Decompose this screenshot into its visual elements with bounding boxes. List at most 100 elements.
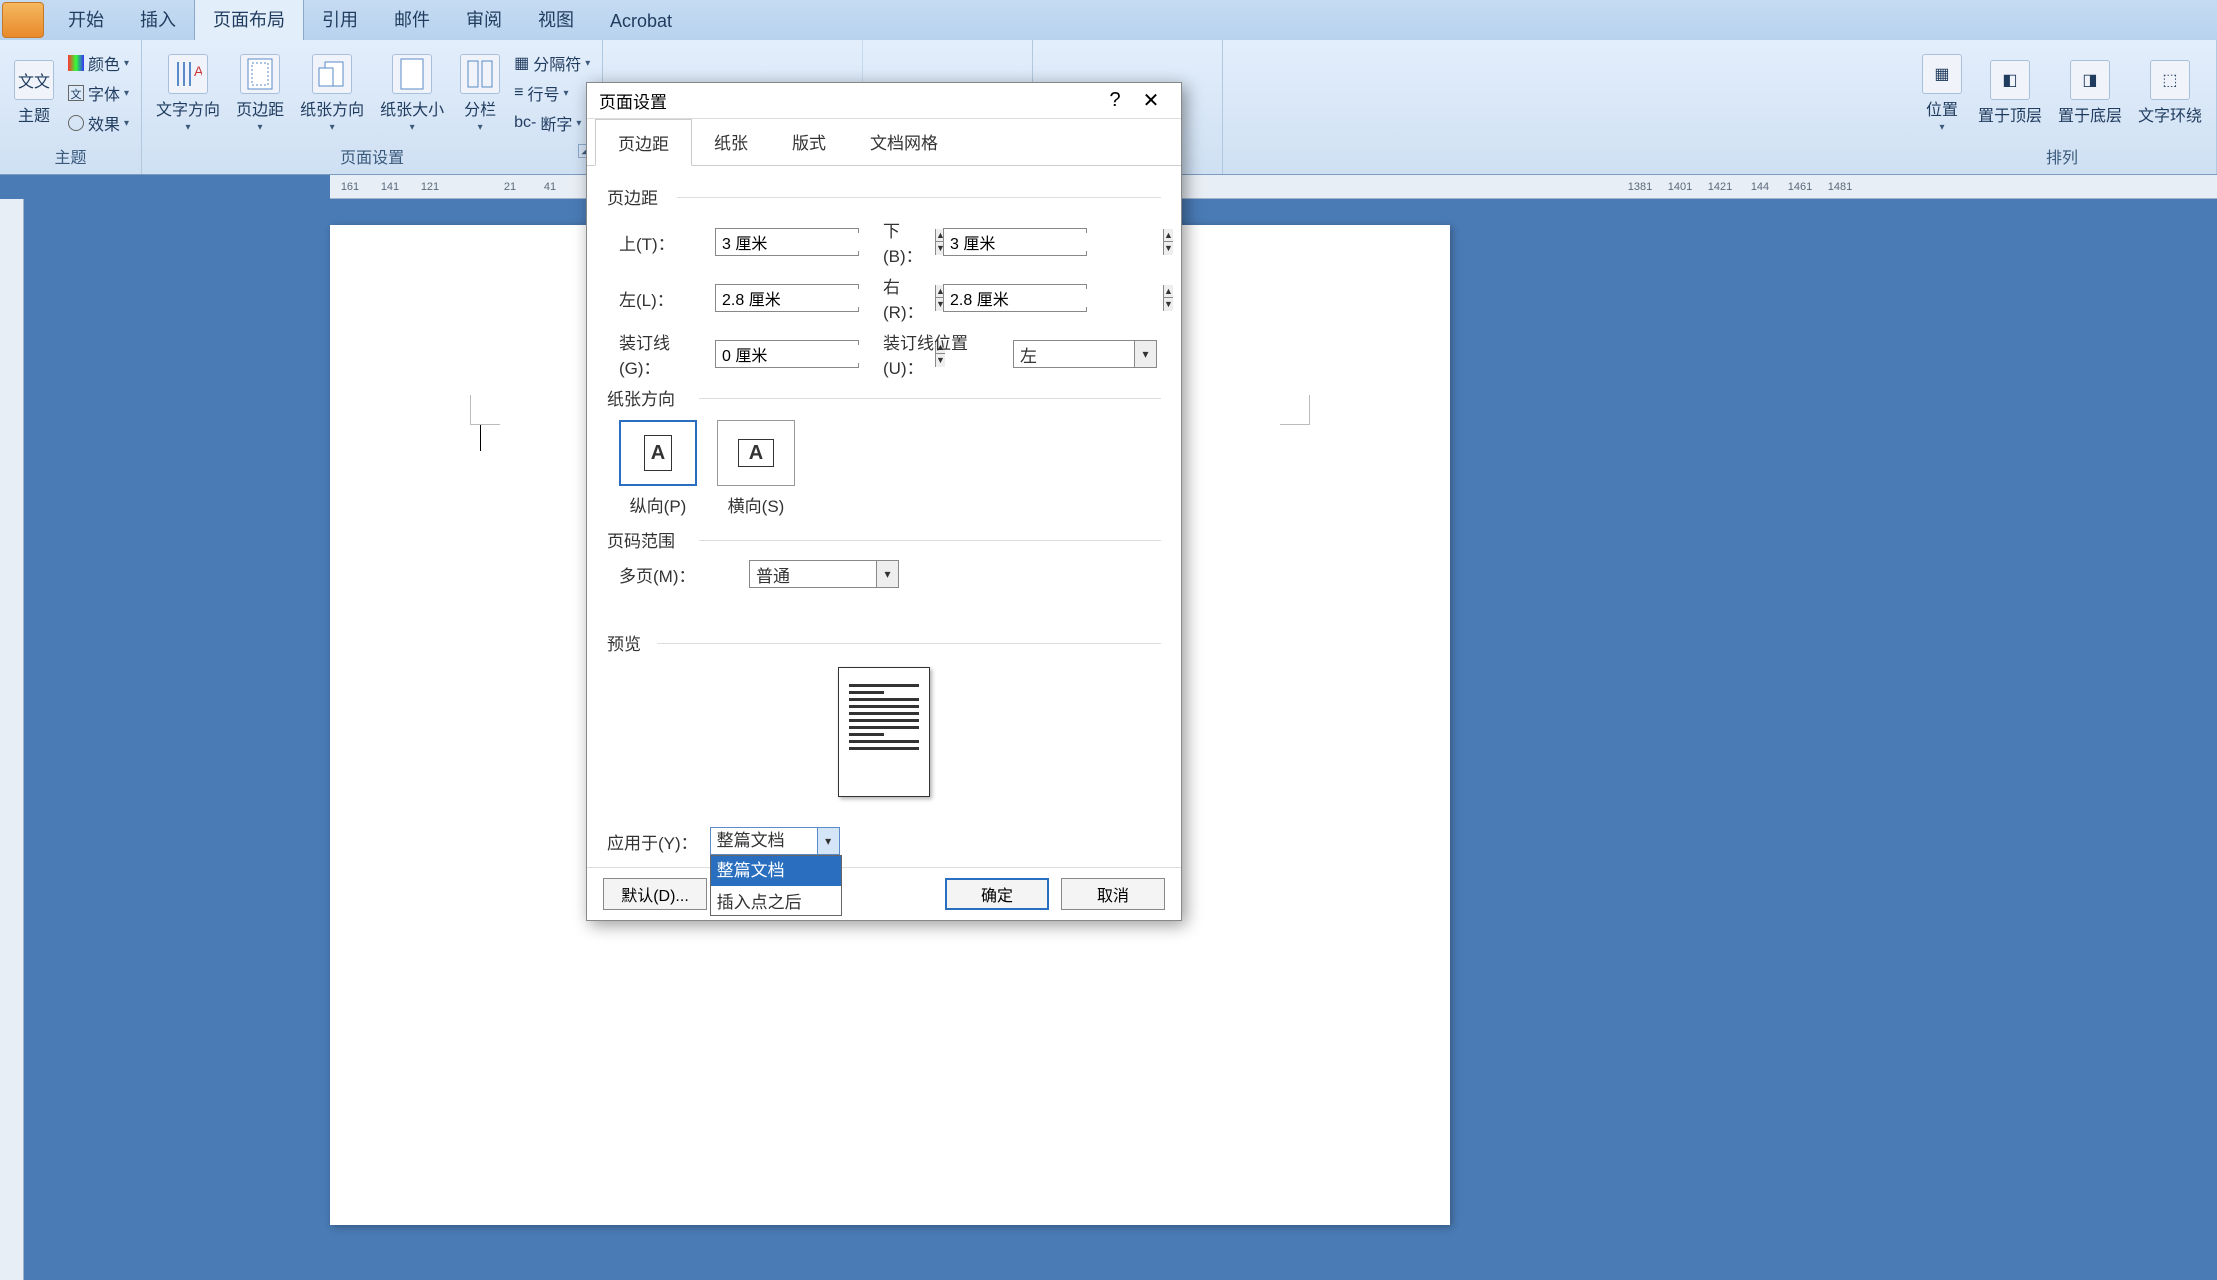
bring-front-button[interactable]: ◧置于顶层 bbox=[1972, 56, 2048, 130]
dtab-paper[interactable]: 纸张 bbox=[692, 119, 770, 165]
portrait-button[interactable]: A 纵向(P) bbox=[619, 420, 697, 517]
themes-button[interactable]: 文文 主题 bbox=[8, 56, 60, 130]
line-numbers-button[interactable]: ≡行号▾ bbox=[510, 79, 594, 107]
columns-icon bbox=[460, 54, 500, 94]
chevron-down-icon[interactable]: ▾ bbox=[1134, 341, 1156, 367]
text-cursor bbox=[480, 425, 481, 451]
margins-button[interactable]: 页边距▾ bbox=[230, 50, 290, 137]
landscape-button[interactable]: A 横向(S) bbox=[717, 420, 795, 517]
tab-mailings[interactable]: 邮件 bbox=[376, 0, 448, 40]
group-arrange: ▦位置▾ ◧置于顶层 ◨置于底层 ⬚文字环绕 排列 bbox=[1908, 40, 2217, 174]
default-button[interactable]: 默认(D)... bbox=[603, 878, 707, 910]
left-margin-spinner[interactable]: ▲▼ bbox=[715, 284, 859, 312]
tab-page-layout[interactable]: 页面布局 bbox=[194, 0, 304, 40]
multi-page-label: 多页(M)： bbox=[607, 562, 737, 587]
breaks-icon: ▦ bbox=[514, 53, 529, 73]
spin-up-icon[interactable]: ▲ bbox=[1164, 229, 1173, 242]
bottom-margin-input[interactable] bbox=[944, 233, 1163, 251]
theme-effects-label: 效果 bbox=[88, 111, 120, 135]
bottom-margin-label: 下(B)： bbox=[871, 217, 931, 267]
tab-review[interactable]: 审阅 bbox=[448, 0, 520, 40]
position-label: 位置 bbox=[1926, 96, 1958, 120]
ruler-tick: 144 bbox=[1740, 181, 1780, 193]
columns-button[interactable]: 分栏▾ bbox=[454, 50, 506, 137]
dtab-grid[interactable]: 文档网格 bbox=[848, 119, 960, 165]
tab-home[interactable]: 开始 bbox=[50, 0, 122, 40]
orientation-button[interactable]: 纸张方向▾ bbox=[294, 50, 370, 137]
text-wrap-label: 文字环绕 bbox=[2138, 102, 2202, 126]
preview-page-icon bbox=[838, 667, 930, 797]
apply-option-whole-doc[interactable]: 整篇文档 bbox=[711, 856, 841, 886]
right-margin-input[interactable] bbox=[944, 289, 1163, 307]
dtab-layout[interactable]: 版式 bbox=[770, 119, 848, 165]
bring-front-label: 置于顶层 bbox=[1978, 102, 2042, 126]
cancel-button[interactable]: 取消 bbox=[1061, 878, 1165, 910]
apply-option-after-cursor[interactable]: 插入点之后 bbox=[711, 886, 841, 915]
text-direction-label: 文字方向 bbox=[156, 96, 220, 120]
ruler-tick: 121 bbox=[410, 181, 450, 193]
landscape-label: 横向(S) bbox=[728, 492, 785, 517]
margins-label: 页边距 bbox=[236, 96, 284, 120]
ruler-tick: 141 bbox=[370, 181, 410, 193]
hyphenation-button[interactable]: bc-断字▾ bbox=[510, 109, 594, 137]
position-icon: ▦ bbox=[1922, 54, 1962, 94]
text-direction-button[interactable]: A文字方向▾ bbox=[150, 50, 226, 137]
theme-colors-button[interactable]: 颜色▾ bbox=[64, 49, 133, 77]
group-page-setup-label: 页面设置◢ bbox=[150, 142, 594, 170]
vertical-ruler[interactable] bbox=[0, 199, 24, 1280]
ruler-tick: 161 bbox=[330, 181, 370, 193]
gutter-label: 装订线(G)： bbox=[607, 329, 703, 379]
dialog-footer: 默认(D)... 确定 取消 bbox=[587, 867, 1181, 920]
gutter-pos-combo[interactable]: 左▾ bbox=[1013, 340, 1157, 368]
apply-to-combo[interactable]: 整篇文档 ▾ 整篇文档 插入点之后 bbox=[710, 827, 840, 855]
apply-to-dropdown: 整篇文档 插入点之后 bbox=[710, 855, 842, 916]
section-pages: 页码范围 bbox=[607, 527, 1161, 552]
top-margin-spinner[interactable]: ▲▼ bbox=[715, 228, 859, 256]
spin-down-icon[interactable]: ▼ bbox=[1164, 242, 1173, 255]
svg-text:A: A bbox=[194, 63, 202, 79]
group-arrange-label: 排列 bbox=[1916, 142, 2208, 170]
dialog-help-button[interactable]: ? bbox=[1097, 83, 1133, 119]
ok-button[interactable]: 确定 bbox=[945, 878, 1049, 910]
tab-insert[interactable]: 插入 bbox=[122, 0, 194, 40]
themes-icon: 文文 bbox=[14, 60, 54, 100]
preview-area bbox=[607, 667, 1161, 797]
dialog-close-button[interactable]: ✕ bbox=[1133, 83, 1169, 119]
tab-acrobat[interactable]: Acrobat bbox=[592, 3, 690, 40]
left-margin-label: 左(L)： bbox=[607, 286, 703, 311]
theme-effects-button[interactable]: 效果▾ bbox=[64, 109, 133, 137]
ruler-tick: 41 bbox=[530, 181, 570, 193]
dialog-titlebar[interactable]: 页面设置 ? ✕ bbox=[587, 83, 1181, 119]
text-wrap-button[interactable]: ⬚文字环绕 bbox=[2132, 56, 2208, 130]
send-back-button[interactable]: ◨置于底层 bbox=[2052, 56, 2128, 130]
right-margin-spinner[interactable]: ▲▼ bbox=[943, 284, 1087, 312]
portrait-label: 纵向(P) bbox=[630, 492, 687, 517]
ruler-tick: 1461 bbox=[1780, 181, 1820, 193]
ribbon-tabs: 开始 插入 页面布局 引用 邮件 审阅 视图 Acrobat bbox=[0, 0, 2217, 40]
text-wrap-icon: ⬚ bbox=[2150, 60, 2190, 100]
dtab-margins[interactable]: 页边距 bbox=[595, 119, 692, 166]
multi-page-combo[interactable]: 普通▾ bbox=[749, 560, 899, 588]
breaks-button[interactable]: ▦分隔符▾ bbox=[510, 49, 594, 77]
theme-fonts-button[interactable]: 文字体▾ bbox=[64, 79, 133, 107]
tab-view[interactable]: 视图 bbox=[520, 0, 592, 40]
page-setup-dialog: 页面设置 ? ✕ 页边距 纸张 版式 文档网格 页边距 上(T)： ▲▼ 下(B… bbox=[586, 82, 1182, 921]
dialog-body: 页边距 上(T)： ▲▼ 下(B)： ▲▼ 左(L)： ▲▼ 右(R)： ▲▼ … bbox=[587, 166, 1181, 867]
chevron-down-icon[interactable]: ▾ bbox=[876, 561, 898, 587]
spin-up-icon[interactable]: ▲ bbox=[1164, 285, 1173, 298]
size-button[interactable]: 纸张大小▾ bbox=[374, 50, 450, 137]
office-button[interactable] bbox=[2, 2, 44, 38]
tab-references[interactable]: 引用 bbox=[304, 0, 376, 40]
hyphenation-label: 断字 bbox=[540, 111, 572, 135]
gutter-spinner[interactable]: ▲▼ bbox=[715, 340, 859, 368]
gutter-pos-value: 左 bbox=[1014, 342, 1134, 367]
apply-to-label: 应用于(Y)： bbox=[607, 829, 698, 854]
orientation-icon bbox=[312, 54, 352, 94]
position-button[interactable]: ▦位置▾ bbox=[1916, 50, 1968, 137]
bring-front-icon: ◧ bbox=[1990, 60, 2030, 100]
columns-label: 分栏 bbox=[464, 96, 496, 120]
bottom-margin-spinner[interactable]: ▲▼ bbox=[943, 228, 1087, 256]
dialog-tabs: 页边距 纸张 版式 文档网格 bbox=[587, 119, 1181, 166]
chevron-down-icon[interactable]: ▾ bbox=[817, 828, 839, 854]
spin-down-icon[interactable]: ▼ bbox=[1164, 298, 1173, 311]
